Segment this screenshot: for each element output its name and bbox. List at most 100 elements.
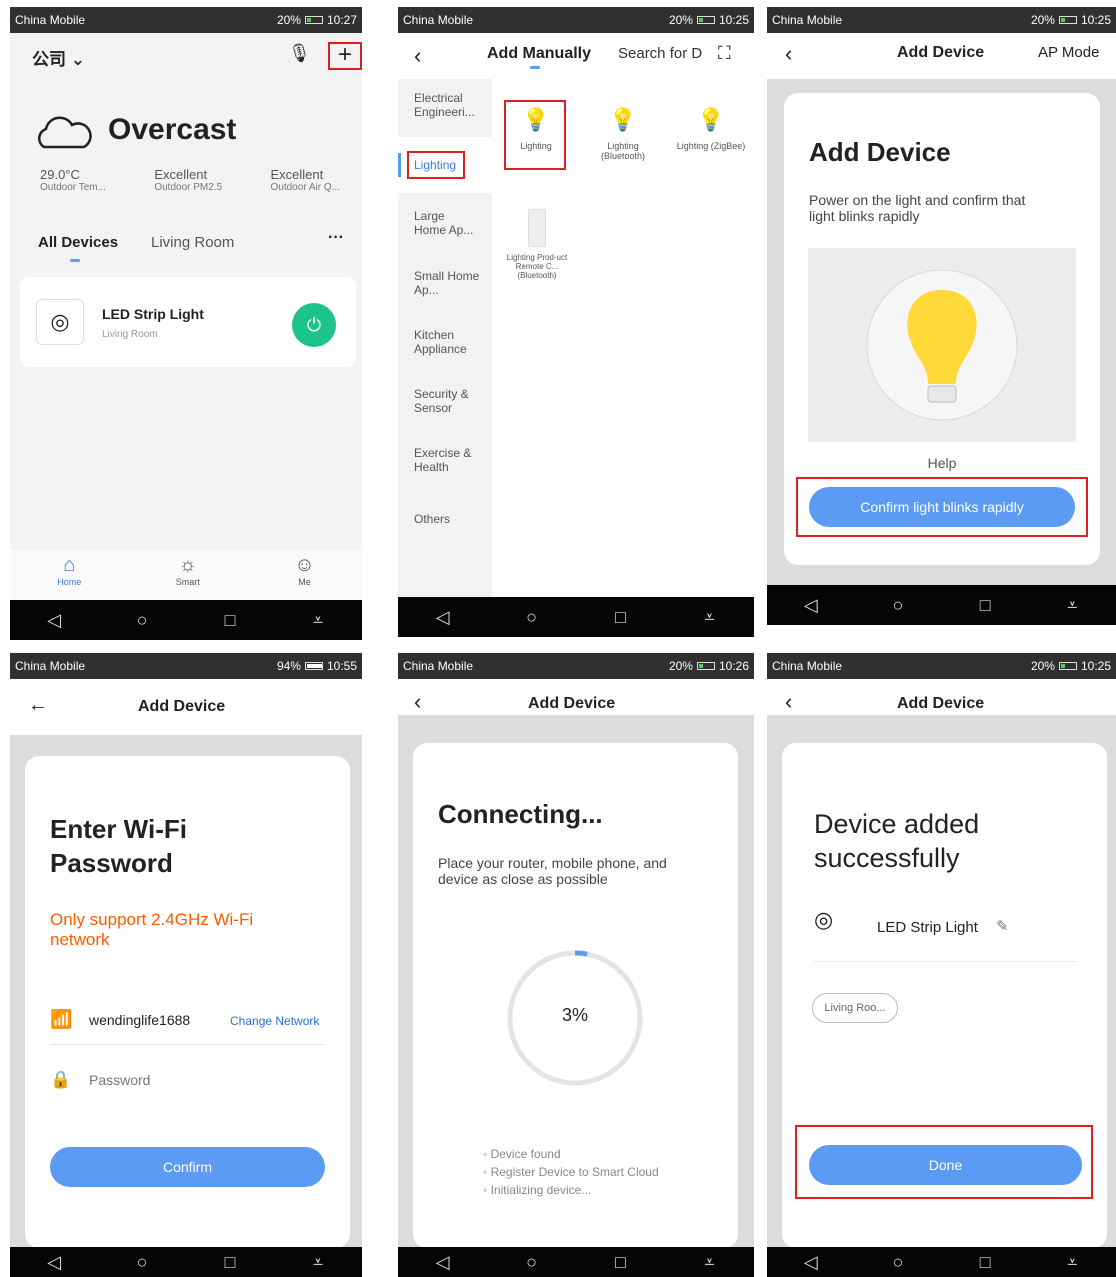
home-icon: ⌂ — [63, 554, 76, 576]
category-security[interactable]: Security & Sensor — [414, 387, 480, 415]
device-added-screen: China Mobile 20% 10:25 ‹ Add Device Device… — [767, 653, 1116, 1277]
system-nav-bar: ◁ ○ □ ⩡ — [767, 585, 1116, 625]
system-nav-bar: ◁ ○ □ ⩡ — [767, 1247, 1116, 1277]
tab-smart[interactable]: ☼ Smart — [176, 550, 200, 600]
lightbulb-icon — [866, 269, 1018, 421]
confirm-button[interactable]: Confirm — [50, 1147, 325, 1187]
nav-home-icon[interactable]: ○ — [122, 610, 162, 631]
progress-percent: 3% — [561, 1005, 588, 1025]
profile-icon: ☺ — [294, 554, 315, 576]
nav-recents-icon[interactable]: □ — [965, 1252, 1005, 1273]
change-network-link[interactable]: Change Network — [230, 1014, 319, 1028]
back-icon[interactable]: ‹ — [785, 41, 792, 67]
weather-label: Overcast — [108, 113, 237, 146]
nav-home-icon[interactable]: ○ — [512, 607, 552, 628]
done-button[interactable]: Done — [809, 1145, 1082, 1185]
product-lighting[interactable]: 💡 Lighting — [506, 107, 566, 151]
system-nav-bar: ◁ ○ □ ⩡ — [398, 1247, 754, 1277]
room-chip[interactable]: Living Roo... — [812, 993, 898, 1023]
power-button[interactable]: ⏻ — [292, 303, 336, 347]
connection-steps: ◦ Device found ◦ Register Device to Smar… — [483, 1145, 659, 1199]
ap-mode-link[interactable]: AP Mode — [1038, 44, 1099, 61]
bottom-tab-bar: ⌂ Home ☼ Smart ☺ Me — [10, 550, 362, 600]
stat-temperature: 29.0°C Outdoor Tem... — [40, 167, 106, 193]
cloud-icon — [32, 113, 94, 158]
status-bar: China Mobile 20% 10:25 — [398, 7, 754, 33]
card-heading: Add Device — [809, 137, 951, 167]
home-location-selector[interactable]: 公司 ⌄ — [32, 45, 85, 70]
battery-icon — [304, 16, 323, 24]
card-heading: Connecting... — [438, 799, 603, 829]
category-small-appliance[interactable]: Small Home Ap... — [414, 269, 480, 297]
tab-search[interactable]: Search for D — [618, 45, 702, 62]
step-item: ◦ Initializing device... — [483, 1183, 592, 1197]
category-exercise[interactable]: Exercise & Health — [414, 446, 480, 474]
battery-level: 20% — [276, 13, 301, 27]
back-icon[interactable]: ‹ — [414, 43, 421, 69]
system-nav-bar: ◁ ○ □ ⩡ — [398, 597, 754, 637]
tab-all-devices[interactable]: All Devices — [38, 234, 118, 251]
more-icon[interactable]: ··· — [328, 229, 344, 247]
help-link[interactable]: Help — [784, 455, 1100, 471]
product-lighting-zigbee[interactable]: 💡 Lighting (ZigBee) — [676, 107, 746, 151]
confirm-blink-button[interactable]: Confirm light blinks rapidly — [809, 487, 1075, 527]
category-lighting[interactable]: Lighting — [414, 158, 456, 172]
nav-menu-icon[interactable]: ⩡ — [298, 1252, 338, 1273]
tab-me[interactable]: ☺ Me — [294, 550, 314, 600]
microphone-icon[interactable]: 🎙 — [288, 43, 311, 64]
add-device-button[interactable]: + — [328, 42, 362, 70]
frequency-warning: Only support 2.4GHz Wi-Fi network — [50, 910, 254, 949]
product-lighting-bluetooth[interactable]: 💡 Lighting (Bluetooth) — [588, 107, 658, 161]
nav-back-icon[interactable]: ◁ — [34, 1252, 74, 1273]
step-item: ◦ Register Device to Smart Cloud — [483, 1165, 659, 1179]
nav-home-icon[interactable]: ○ — [122, 1252, 162, 1273]
stat-air-quality: Excellent Outdoor Air Q... — [270, 167, 340, 193]
nav-menu-icon[interactable]: ⩡ — [690, 607, 730, 628]
nav-menu-icon[interactable]: ⩡ — [1052, 1252, 1092, 1273]
nav-back-icon[interactable]: ◁ — [791, 595, 831, 616]
system-nav-bar: ◁ ○ □ ⩡ — [10, 600, 362, 640]
nav-menu-icon[interactable]: ⩡ — [690, 1252, 730, 1273]
tab-home[interactable]: ⌂ Home — [57, 550, 81, 600]
category-others[interactable]: Others — [414, 512, 450, 526]
category-kitchen[interactable]: Kitchen Appliance — [414, 328, 480, 356]
nav-recents-icon[interactable]: □ — [965, 595, 1005, 616]
nav-back-icon[interactable]: ◁ — [423, 607, 463, 628]
scan-icon[interactable]: ⛶ — [718, 43, 731, 64]
page-title: Add Device — [897, 695, 985, 712]
nav-back-icon[interactable]: ◁ — [34, 610, 74, 631]
card-description: Place your router, mobile phone, and dev… — [438, 855, 667, 887]
nav-menu-icon[interactable]: ⩡ — [1052, 595, 1092, 616]
tab-add-manually[interactable]: Add Manually — [487, 45, 591, 63]
bulb-icon: 💡 — [522, 107, 550, 132]
nav-home-icon[interactable]: ○ — [878, 1252, 918, 1273]
nav-recents-icon[interactable]: □ — [210, 1252, 250, 1273]
nav-recents-icon[interactable]: □ — [601, 607, 641, 628]
password-input[interactable] — [89, 1068, 319, 1092]
nav-menu-icon[interactable]: ⩡ — [298, 610, 338, 631]
nav-back-icon[interactable]: ◁ — [423, 1252, 463, 1273]
tab-living-room[interactable]: Living Room — [151, 234, 234, 251]
connecting-screen: China Mobile 20% 10:26 ‹ Add Device Connec… — [398, 653, 754, 1277]
status-bar: China Mobile 20% 10:26 — [398, 653, 754, 679]
device-name: LED Strip Light — [877, 919, 978, 936]
category-large-appliance[interactable]: Large Home Ap... — [414, 209, 480, 237]
remote-icon — [528, 209, 546, 247]
category-electrical[interactable]: Electrical Engineeri... — [414, 91, 484, 119]
nav-back-icon[interactable]: ◁ — [791, 1252, 831, 1273]
nav-home-icon[interactable]: ○ — [878, 595, 918, 616]
tab-indicator — [530, 66, 540, 69]
status-bar: China Mobile 20% 10:27 — [10, 7, 362, 33]
device-card[interactable]: ◎ LED Strip Light Living Room ⏻ — [20, 277, 356, 367]
nav-recents-icon[interactable]: □ — [210, 610, 250, 631]
product-remote[interactable]: Lighting Prod-uct Remote C... (Bluetooth… — [504, 209, 570, 280]
back-icon[interactable]: ‹ — [785, 689, 792, 715]
back-icon[interactable]: ‹ — [414, 689, 421, 715]
edit-pencil-icon[interactable]: ✎ — [996, 917, 1009, 935]
nav-home-icon[interactable]: ○ — [512, 1252, 552, 1273]
nav-recents-icon[interactable]: □ — [601, 1252, 641, 1273]
back-arrow-icon[interactable]: ← — [28, 694, 48, 717]
status-bar: China Mobile 94% 10:55 — [10, 653, 362, 679]
led-strip-icon: ◎ — [36, 299, 84, 345]
device-name: LED Strip Light — [102, 306, 204, 322]
